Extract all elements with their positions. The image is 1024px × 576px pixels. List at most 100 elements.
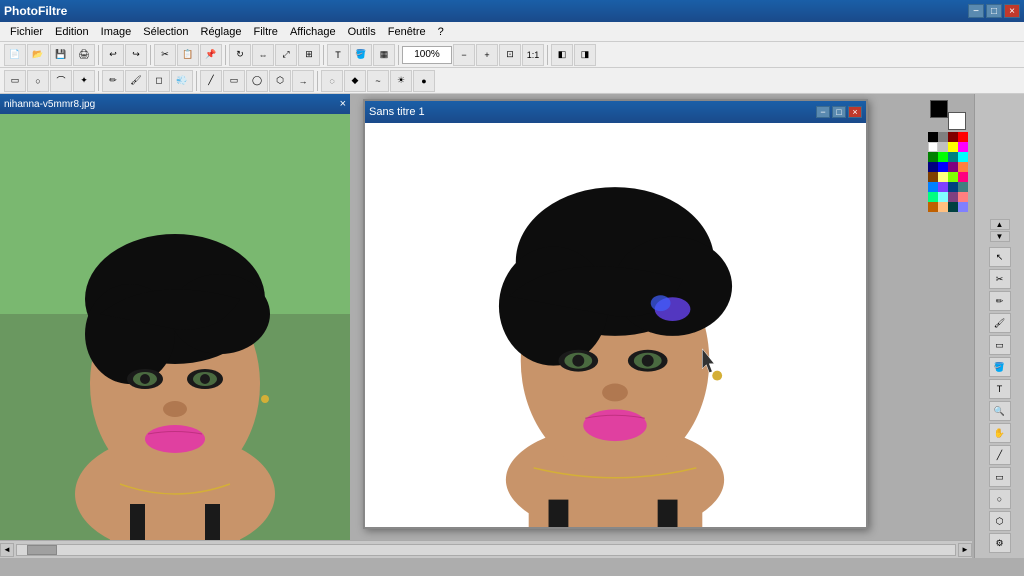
tb-open[interactable]: 📂 — [27, 44, 49, 66]
tb-new[interactable]: 📄 — [4, 44, 26, 66]
scroll-left-btn[interactable]: ◄ — [0, 543, 14, 557]
nav-up-icon[interactable]: ▲ — [990, 219, 1010, 230]
scroll-thumb[interactable] — [27, 545, 57, 555]
tb-save[interactable]: 💾 — [50, 44, 72, 66]
right-window-restore[interactable]: □ — [832, 106, 846, 118]
right-window-close[interactable]: × — [848, 106, 862, 118]
tb-extra2[interactable]: ◨ — [574, 44, 596, 66]
tb2-rect-shape[interactable]: ▭ — [223, 70, 245, 92]
tb-fill[interactable]: 🪣 — [350, 44, 372, 66]
color-cell[interactable] — [938, 162, 948, 172]
color-cell[interactable] — [948, 142, 958, 152]
color-cell[interactable] — [928, 192, 938, 202]
tb-flip[interactable]: ⇔ — [252, 44, 274, 66]
color-cell[interactable] — [958, 172, 968, 182]
menu-outils[interactable]: Outils — [342, 24, 382, 40]
close-button[interactable]: × — [1004, 4, 1020, 18]
tool-line[interactable]: ╱ — [989, 445, 1011, 465]
tb2-ellipse-shape[interactable]: ◯ — [246, 70, 268, 92]
color-cell[interactable] — [948, 202, 958, 212]
color-cell[interactable] — [938, 152, 948, 162]
color-cell[interactable] — [928, 182, 938, 192]
right-window-minimize[interactable]: − — [816, 106, 830, 118]
tb-rotate[interactable]: ↻ — [229, 44, 251, 66]
tb2-burn[interactable]: ● — [413, 70, 435, 92]
tool-brush[interactable]: 🖌 — [989, 313, 1011, 333]
tb-resize[interactable]: ⤢ — [275, 44, 297, 66]
menu-edition[interactable]: Edition — [49, 24, 95, 40]
tool-crop[interactable]: ✂ — [989, 269, 1011, 289]
color-cell[interactable] — [938, 182, 948, 192]
tb-cut[interactable]: ✂ — [154, 44, 176, 66]
color-cell[interactable] — [958, 142, 968, 152]
color-cell[interactable] — [928, 162, 938, 172]
tb-extra1[interactable]: ◧ — [551, 44, 573, 66]
color-cell[interactable] — [958, 192, 968, 202]
tool-settings[interactable]: ⚙ — [989, 533, 1011, 553]
color-cell[interactable] — [928, 172, 938, 182]
tb-paste[interactable]: 📌 — [200, 44, 222, 66]
tb-zoom-actual[interactable]: 1:1 — [522, 44, 544, 66]
tb-undo[interactable]: ↩ — [102, 44, 124, 66]
left-canvas-close[interactable]: × — [340, 98, 346, 110]
color-cell[interactable] — [948, 132, 958, 142]
menu-affichage[interactable]: Affichage — [284, 24, 342, 40]
tool-text[interactable]: T — [989, 379, 1011, 399]
scroll-right-btn[interactable]: ► — [958, 543, 972, 557]
color-cell[interactable] — [928, 202, 938, 212]
tb-zoom-in[interactable]: + — [476, 44, 498, 66]
menu-filtre[interactable]: Filtre — [247, 24, 283, 40]
tb2-polygon[interactable]: ⬡ — [269, 70, 291, 92]
background-color-swatch[interactable] — [948, 112, 966, 130]
menu-image[interactable]: Image — [95, 24, 138, 40]
tool-fill[interactable]: 🪣 — [989, 357, 1011, 377]
tb2-blur[interactable]: ◌ — [321, 70, 343, 92]
tb2-eraser[interactable]: ◻ — [148, 70, 170, 92]
tool-select[interactable]: ↖ — [989, 247, 1011, 267]
tb2-sharpen[interactable]: ◆ — [344, 70, 366, 92]
color-cell[interactable] — [948, 182, 958, 192]
tb-zoom-fit[interactable]: ⊡ — [499, 44, 521, 66]
tb2-smudge[interactable]: ~ — [367, 70, 389, 92]
tb2-select-lasso[interactable]: ⌒ — [50, 70, 72, 92]
tool-pencil[interactable]: ✏ — [989, 291, 1011, 311]
tb2-dodge[interactable]: ☀ — [390, 70, 412, 92]
color-cell[interactable] — [948, 162, 958, 172]
nav-down-icon[interactable]: ▼ — [990, 231, 1010, 242]
color-cell[interactable] — [958, 182, 968, 192]
tool-rect[interactable]: ▭ — [989, 467, 1011, 487]
maximize-button[interactable]: □ — [986, 4, 1002, 18]
menu-help[interactable]: ? — [432, 24, 450, 40]
tb2-brush[interactable]: 🖌 — [125, 70, 147, 92]
color-cell[interactable] — [928, 142, 938, 152]
tb2-arrow[interactable]: → — [292, 70, 314, 92]
tb2-line[interactable]: ╱ — [200, 70, 222, 92]
minimize-button[interactable]: − — [968, 4, 984, 18]
tool-zoom[interactable]: 🔍 — [989, 401, 1011, 421]
color-cell[interactable] — [948, 192, 958, 202]
tool-eraser[interactable]: ▭ — [989, 335, 1011, 355]
tb-print[interactable]: 🖨 — [73, 44, 95, 66]
tb-copy[interactable]: 📋 — [177, 44, 199, 66]
tool-ellipse[interactable]: ○ — [989, 489, 1011, 509]
color-cell[interactable] — [938, 202, 948, 212]
color-cell[interactable] — [958, 152, 968, 162]
menu-reglage[interactable]: Réglage — [195, 24, 248, 40]
color-cell[interactable] — [948, 172, 958, 182]
foreground-color-swatch[interactable] — [930, 100, 948, 118]
tool-hand[interactable]: ✋ — [989, 423, 1011, 443]
tb-text[interactable]: T — [327, 44, 349, 66]
color-cell[interactable] — [938, 142, 948, 152]
tb2-pencil[interactable]: ✏ — [102, 70, 124, 92]
tool-poly[interactable]: ⬡ — [989, 511, 1011, 531]
color-cell[interactable] — [948, 152, 958, 162]
color-cell[interactable] — [938, 172, 948, 182]
horizontal-scrollbar[interactable] — [16, 544, 956, 556]
tb-crop[interactable]: ⊞ — [298, 44, 320, 66]
menu-selection[interactable]: Sélection — [137, 24, 194, 40]
color-cell[interactable] — [958, 202, 968, 212]
color-cell[interactable] — [938, 192, 948, 202]
menu-fenetre[interactable]: Fenêtre — [382, 24, 432, 40]
tb2-select-rect[interactable]: ▭ — [4, 70, 26, 92]
tb2-airbrush[interactable]: 💨 — [171, 70, 193, 92]
